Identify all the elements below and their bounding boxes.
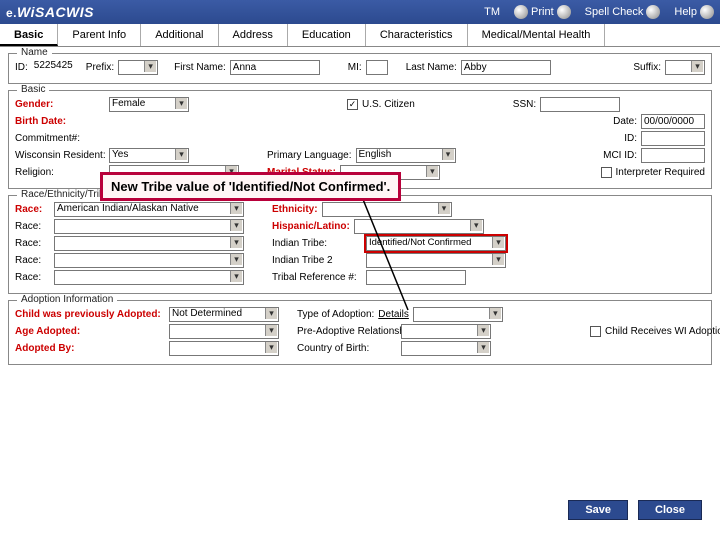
ethnicity-select[interactable] <box>322 202 452 217</box>
suffix-select[interactable] <box>665 60 705 75</box>
adoption-group-title: Adoption Information <box>17 294 117 305</box>
plang-label: Primary Language: <box>267 150 352 161</box>
tab-characteristics[interactable]: Characteristics <box>366 24 468 46</box>
country-select[interactable] <box>401 341 491 356</box>
adoption-group: Adoption Information Child was previousl… <box>8 300 712 365</box>
prevadopt-label: Child was previously Adopted: <box>15 309 165 320</box>
race5-select[interactable] <box>54 270 244 285</box>
ethnicity-label: Ethnicity: <box>272 204 318 215</box>
id2-input[interactable] <box>641 131 705 146</box>
date-input[interactable] <box>641 114 705 129</box>
race2-select[interactable] <box>54 219 244 234</box>
mi-input[interactable] <box>366 60 388 75</box>
tab-bar: Basic Parent Info Additional Address Edu… <box>0 24 720 47</box>
indiantribe-label: Indian Tribe: <box>272 238 362 249</box>
indiantribe2-select[interactable] <box>366 253 506 268</box>
name-group-title: Name <box>17 47 52 58</box>
uscitizen-checkbox[interactable]: ✓ <box>347 99 358 110</box>
save-button[interactable]: Save <box>568 500 628 520</box>
abc-icon <box>646 5 660 19</box>
tab-medical[interactable]: Medical/Mental Health <box>468 24 606 46</box>
gender-label: Gender: <box>15 99 105 110</box>
assist-checkbox[interactable] <box>590 326 601 337</box>
spellcheck-button[interactable]: Spell Check <box>585 5 661 19</box>
basic-group-title: Basic <box>17 84 49 95</box>
hispanic-select[interactable] <box>354 219 484 234</box>
button-bar: Save Close <box>568 500 702 520</box>
tm-link[interactable]: TM <box>484 6 500 18</box>
app-header: e.WiSACWIS TM Print Spell Check Help <box>0 0 720 24</box>
firstname-label: First Name: <box>174 62 226 73</box>
app-logo: e.WiSACWIS <box>6 4 94 20</box>
religion-label: Religion: <box>15 167 105 178</box>
interpreter-label: Interpreter Required <box>616 167 706 178</box>
date-label: Date: <box>613 116 637 127</box>
race1-label: Race: <box>15 204 50 215</box>
race5-label: Race: <box>15 272 50 283</box>
ageadopt-select[interactable] <box>169 324 279 339</box>
race3-select[interactable] <box>54 236 244 251</box>
suffix-label: Suffix: <box>633 62 661 73</box>
typeadopt-select[interactable] <box>413 307 503 322</box>
name-group: Name ID: 5225425 Prefix: First Name: MI:… <box>8 53 712 84</box>
indiantribe2-label: Indian Tribe 2 <box>272 255 362 266</box>
tab-basic[interactable]: Basic <box>0 24 58 46</box>
commitment-label: Commitment#: <box>15 133 105 144</box>
id-value: 5225425 <box>32 60 82 75</box>
lastname-label: Last Name: <box>406 62 457 73</box>
hispanic-label: Hispanic/Latino: <box>272 221 350 232</box>
race4-select[interactable] <box>54 253 244 268</box>
plang-select[interactable]: English <box>356 148 456 163</box>
assist-label: Child Receives WI Adoption Assistance <box>605 326 705 337</box>
details-link[interactable]: Details <box>378 309 409 320</box>
firstname-input[interactable] <box>230 60 320 75</box>
annotation-callout: New Tribe value of 'Identified/Not Confi… <box>100 172 401 201</box>
country-label: Country of Birth: <box>297 343 397 354</box>
wisres-select[interactable]: Yes <box>109 148 189 163</box>
birthdate-label: Birth Date: <box>15 116 105 127</box>
prefix-select[interactable] <box>118 60 158 75</box>
race3-label: Race: <box>15 238 50 249</box>
lastname-input[interactable] <box>461 60 551 75</box>
mciid-label: MCI ID: <box>603 150 637 161</box>
ssn-input[interactable] <box>540 97 620 112</box>
uscitizen-label: U.S. Citizen <box>362 99 415 110</box>
typeadopt-label: Type of Adoption: <box>297 309 374 320</box>
globe-icon <box>514 5 528 19</box>
prevadopt-select[interactable]: Not Determined <box>169 307 279 322</box>
ageadopt-label: Age Adopted: <box>15 326 165 337</box>
help-button[interactable]: Help <box>674 5 714 19</box>
tribalref-input[interactable] <box>366 270 466 285</box>
id-label: ID: <box>15 62 28 73</box>
indiantribe-select[interactable]: Identified/Not Confirmed <box>366 236 506 251</box>
preadopt-select[interactable] <box>401 324 491 339</box>
id2-label: ID: <box>624 133 637 144</box>
ssn-label: SSN: <box>513 99 536 110</box>
gender-select[interactable]: Female <box>109 97 189 112</box>
adoptedby-select[interactable] <box>169 341 279 356</box>
adoptedby-label: Adopted By: <box>15 343 165 354</box>
race-group: Race/Ethnicity/Tribal Identification Rac… <box>8 195 712 294</box>
tab-address[interactable]: Address <box>219 24 288 46</box>
help-icon <box>700 5 714 19</box>
tribalref-label: Tribal Reference #: <box>272 272 362 283</box>
tab-parent-info[interactable]: Parent Info <box>58 24 141 46</box>
race2-label: Race: <box>15 221 50 232</box>
mi-label: MI: <box>348 62 362 73</box>
printer-icon <box>557 5 571 19</box>
print-button[interactable]: Print <box>514 5 571 19</box>
tab-education[interactable]: Education <box>288 24 366 46</box>
preadopt-label: Pre-Adoptive Relationship to Child: <box>297 326 397 337</box>
interpreter-checkbox[interactable] <box>601 167 612 178</box>
close-button[interactable]: Close <box>638 500 702 520</box>
wisres-label: Wisconsin Resident: <box>15 150 105 161</box>
race1-select[interactable]: American Indian/Alaskan Native <box>54 202 244 217</box>
mciid-input[interactable] <box>641 148 705 163</box>
tab-additional[interactable]: Additional <box>141 24 218 46</box>
race4-label: Race: <box>15 255 50 266</box>
prefix-label: Prefix: <box>86 62 114 73</box>
